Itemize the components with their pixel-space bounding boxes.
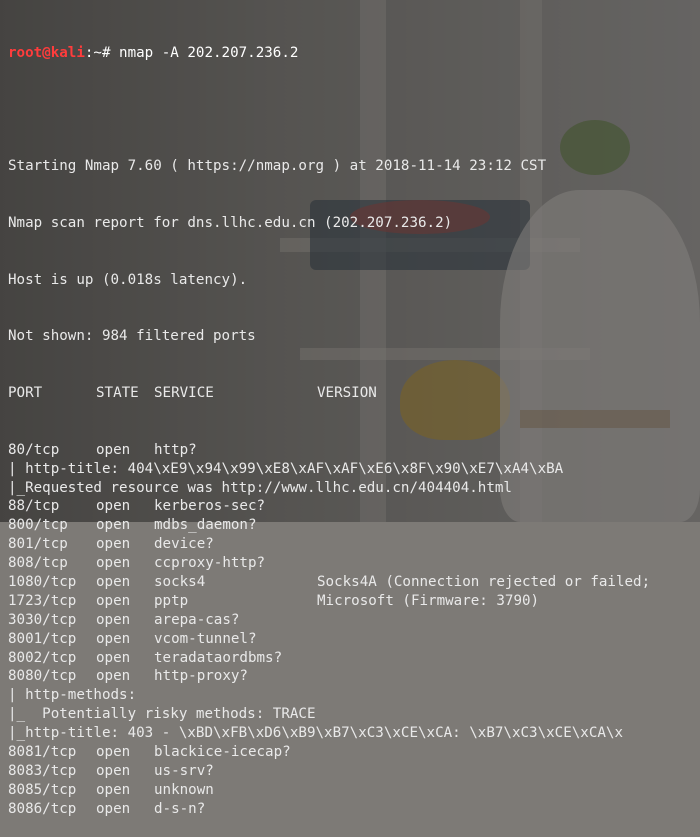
port-cell: 3030/tcp xyxy=(8,611,77,628)
script-output-line: |_ Potentially risky methods: TRACE xyxy=(8,706,316,723)
port-cell: 88/tcp xyxy=(8,498,60,515)
state-cell: open xyxy=(96,555,131,572)
state-cell: open xyxy=(96,781,131,798)
state-cell: open xyxy=(96,611,131,628)
state-cell: open xyxy=(96,800,131,817)
port-row: 8080/tcp open http-proxy? xyxy=(8,667,700,686)
script-output-line: | http-methods: xyxy=(8,687,137,704)
header-version: VERSION xyxy=(317,385,377,402)
state-cell: open xyxy=(96,441,131,458)
header-port: PORT xyxy=(8,385,43,402)
script-output-line: |_http-title: 403 - \xBD\xFB\xD6\xB9\xB7… xyxy=(8,725,623,742)
output-line: Starting Nmap 7.60 ( https://nmap.org ) … xyxy=(8,158,547,175)
port-cell: 800/tcp xyxy=(8,517,68,534)
state-cell: open xyxy=(96,517,131,534)
port-row: 88/tcp open kerberos-sec? xyxy=(8,497,700,516)
port-row: 800/tcp open mdbs_daemon? xyxy=(8,516,700,535)
service-cell: pptp xyxy=(154,592,189,609)
port-cell: 80/tcp xyxy=(8,441,60,458)
port-cell: 8086/tcp xyxy=(8,800,77,817)
state-cell: open xyxy=(96,592,131,609)
state-cell: open xyxy=(96,649,131,666)
header-state: STATE xyxy=(96,385,139,402)
port-row: 8086/tcp open d-s-n? xyxy=(8,800,700,819)
port-cell: 8001/tcp xyxy=(8,630,77,647)
port-row: 1723/tcp open pptp Microsoft (Firmware: 379… xyxy=(8,592,700,611)
service-cell: teradataordbms? xyxy=(154,649,283,666)
port-cell: 801/tcp xyxy=(8,536,68,553)
port-row: 8002/tcp open teradataordbms? xyxy=(8,649,700,668)
service-cell: us-srv? xyxy=(154,762,214,779)
port-cell: 808/tcp xyxy=(8,555,68,572)
port-cell: 8002/tcp xyxy=(8,649,77,666)
header-service: SERVICE xyxy=(154,385,214,402)
state-cell: open xyxy=(96,573,131,590)
service-cell: d-s-n? xyxy=(154,800,206,817)
state-cell: open xyxy=(96,498,131,515)
table-header: PORT STATE SERVICE VERSION xyxy=(8,384,700,403)
service-cell: http-proxy? xyxy=(154,668,248,685)
port-row: 8081/tcp open blackice-icecap? xyxy=(8,743,700,762)
prompt-suffix: :~# xyxy=(84,44,120,61)
terminal-output[interactable]: root@kali:~# nmap -A 202.207.236.2 Start… xyxy=(8,6,700,817)
state-cell: open xyxy=(96,630,131,647)
output-line: Nmap scan report for dns.llhc.edu.cn (20… xyxy=(8,214,453,231)
version-cell: Socks4A (Connection rejected or failed; xyxy=(317,573,651,590)
prompt-user-host: root@kali xyxy=(8,44,85,61)
port-row: 1080/tcp open socks4 Socks4A (Connection re… xyxy=(8,573,700,592)
port-cell: 1080/tcp xyxy=(8,573,77,590)
output-line: Host is up (0.018s latency). xyxy=(8,271,248,288)
service-cell: arepa-cas? xyxy=(154,611,240,628)
port-row: 3030/tcp open arepa-cas? xyxy=(8,611,700,630)
state-cell: open xyxy=(96,762,131,779)
port-cell: 8080/tcp xyxy=(8,668,77,685)
port-cell: 8085/tcp xyxy=(8,781,77,798)
port-cell: 8083/tcp xyxy=(8,762,77,779)
service-cell: blackice-icecap? xyxy=(154,743,291,760)
service-cell: mdbs_daemon? xyxy=(154,517,257,534)
service-cell: kerberos-sec? xyxy=(154,498,266,515)
state-cell: open xyxy=(96,743,131,760)
script-output-line: |_Requested resource was http://www.llhc… xyxy=(8,479,512,496)
state-cell: open xyxy=(96,536,131,553)
port-row: 8085/tcp open unknown xyxy=(8,781,700,800)
script-output-line: | http-title: 404\xE9\x94\x99\xE8\xAF\xA… xyxy=(8,460,564,477)
output-line: Not shown: 984 filtered ports xyxy=(8,328,256,345)
service-cell: device? xyxy=(154,536,214,553)
port-row: 801/tcp open device? xyxy=(8,535,700,554)
port-cell: 8081/tcp xyxy=(8,743,77,760)
service-cell: http? xyxy=(154,441,197,458)
command-line: root@kali:~# nmap -A 202.207.236.2 xyxy=(8,44,700,63)
command-text: nmap -A 202.207.236.2 xyxy=(119,44,299,61)
service-cell: vcom-tunnel? xyxy=(154,630,257,647)
port-row: 8083/tcp open us-srv? xyxy=(8,762,700,781)
port-rows: 80/tcp open http? | http-title: 404\xE9\x94… xyxy=(8,441,700,819)
port-row: 8001/tcp open vcom-tunnel? xyxy=(8,630,700,649)
state-cell: open xyxy=(96,668,131,685)
service-cell: socks4 xyxy=(154,573,206,590)
service-cell: unknown xyxy=(154,781,214,798)
port-row: 80/tcp open http? xyxy=(8,441,700,460)
service-cell: ccproxy-http? xyxy=(154,555,266,572)
version-cell: Microsoft (Firmware: 3790) xyxy=(317,592,540,609)
port-cell: 1723/tcp xyxy=(8,592,77,609)
port-row: 808/tcp open ccproxy-http? xyxy=(8,554,700,573)
